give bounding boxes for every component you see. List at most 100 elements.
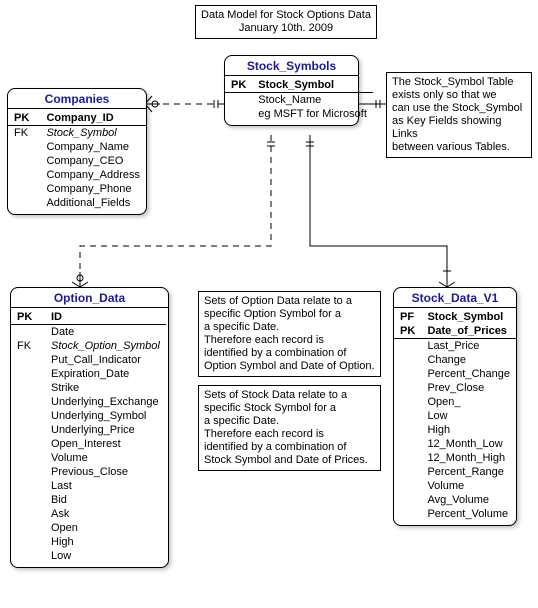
note-line: a specific Date. [204,415,375,428]
attr-name: 12_Month_Low [421,437,516,451]
entity-title: Companies [8,89,146,109]
attr-name: Stock_Symbol [421,310,516,324]
attr-name: Stock_Symbol [252,78,373,93]
entity-companies: Companies PKCompany_IDFKStock_SymbolComp… [7,88,147,215]
attr-name: Additional_Fields [40,196,146,210]
attr-name: Percent_Range [421,465,516,479]
note-line: identified by a combination of [204,347,375,360]
attr-name: Bid [45,493,166,507]
attr-name: Low [45,549,166,563]
attr-name: Prev_Close [421,381,516,395]
attr-name: eg MSFT for Microsoft [252,107,373,121]
attr-name: Stock_Name [252,93,373,108]
key-indicator [11,549,45,563]
attr-name: Low [421,409,516,423]
entity-attrs: PKIDDateFKStock_Option_SymbolPut_Call_In… [11,310,166,563]
attr-name: Previous_Close [45,465,166,479]
entity-title: Stock_Data_V1 [394,288,516,308]
entity-attrs: PFStock_SymbolPKDate_of_PricesLast_Price… [394,310,516,521]
attr-name: Volume [421,479,516,493]
key-indicator [394,353,421,367]
key-indicator [225,107,252,121]
note-line: specific Stock Symbol for a [204,402,375,415]
key-indicator [11,451,45,465]
key-indicator [8,182,40,196]
key-indicator [394,451,421,465]
note-line: Therefore each record is [204,428,375,441]
attr-name: Open_Interest [45,437,166,451]
attr-name: Volume [45,451,166,465]
key-indicator: FK [11,339,45,353]
attr-name: Company_Phone [40,182,146,196]
key-indicator [11,325,45,340]
entity-title: Stock_Symbols [225,56,358,76]
key-indicator [11,367,45,381]
note-line: Stock Symbol and Date of Prices. [204,454,375,467]
key-indicator [11,535,45,549]
entity-title: Option_Data [11,288,168,308]
note-line: Therefore each record is [204,334,375,347]
key-indicator [225,93,252,108]
key-indicator [11,381,45,395]
attr-name: ID [45,310,166,325]
entity-stock-symbols: Stock_Symbols PKStock_SymbolStock_Nameeg… [224,55,359,126]
note-option-data: Sets of Option Data relate to aspecific … [198,291,381,377]
key-indicator [11,493,45,507]
key-indicator [394,465,421,479]
attr-name: 12_Month_High [421,451,516,465]
note-line: The Stock_Symbol Table [392,76,526,89]
attr-name: Date [45,325,166,340]
key-indicator: PK [8,111,40,126]
note-line: as Key Fields showing Links [392,115,526,141]
attr-name: Open_ [421,395,516,409]
key-indicator [11,395,45,409]
key-indicator [8,196,40,210]
attr-name: Put_Call_Indicator [45,353,166,367]
note-line: specific Option Symbol for a [204,308,375,321]
attr-name: Company_CEO [40,154,146,168]
key-indicator: PK [394,324,421,339]
note-line: between various Tables. [392,141,526,154]
note-stock-symbol-purpose: The Stock_Symbol Tableexists only so tha… [386,72,532,158]
key-indicator [394,479,421,493]
key-indicator [11,465,45,479]
key-indicator [394,437,421,451]
key-indicator: FK [8,126,40,141]
attr-name: Open [45,521,166,535]
key-indicator [394,409,421,423]
attr-name: Strike [45,381,166,395]
key-indicator: PK [225,78,252,93]
key-indicator [394,395,421,409]
diagram-title-line2: January 10th. 2009 [201,22,371,35]
entity-attrs: PKCompany_IDFKStock_SymbolCompany_NameCo… [8,111,146,210]
attr-name: Company_ID [40,111,146,126]
key-indicator [11,479,45,493]
key-indicator [8,168,40,182]
attr-name: Underlying_Symbol [45,409,166,423]
entity-stock-data-v1: Stock_Data_V1 PFStock_SymbolPKDate_of_Pr… [393,287,517,526]
key-indicator [394,381,421,395]
entity-option-data: Option_Data PKIDDateFKStock_Option_Symbo… [10,287,169,568]
note-line: exists only so that we [392,89,526,102]
diagram-title-line1: Data Model for Stock Options Data [201,9,371,22]
attr-name: Percent_Volume [421,507,516,521]
key-indicator [394,423,421,437]
note-line: Sets of Stock Data relate to a [204,389,375,402]
note-line: Sets of Option Data relate to a [204,295,375,308]
attr-name: Stock_Option_Symbol [45,339,166,353]
note-line: identified by a combination of [204,441,375,454]
attr-name: Percent_Change [421,367,516,381]
attr-name: Expiration_Date [45,367,166,381]
key-indicator [8,140,40,154]
attr-name: Company_Address [40,168,146,182]
attr-name: Date_of_Prices [421,324,516,339]
note-line: Option Symbol and Date of Option. [204,360,375,373]
diagram-title-box: Data Model for Stock Options Data Januar… [195,5,377,39]
attr-name: High [45,535,166,549]
key-indicator [11,409,45,423]
attr-name: Last_Price [421,339,516,354]
key-indicator [394,493,421,507]
attr-name: Last [45,479,166,493]
key-indicator [394,367,421,381]
attr-name: Company_Name [40,140,146,154]
